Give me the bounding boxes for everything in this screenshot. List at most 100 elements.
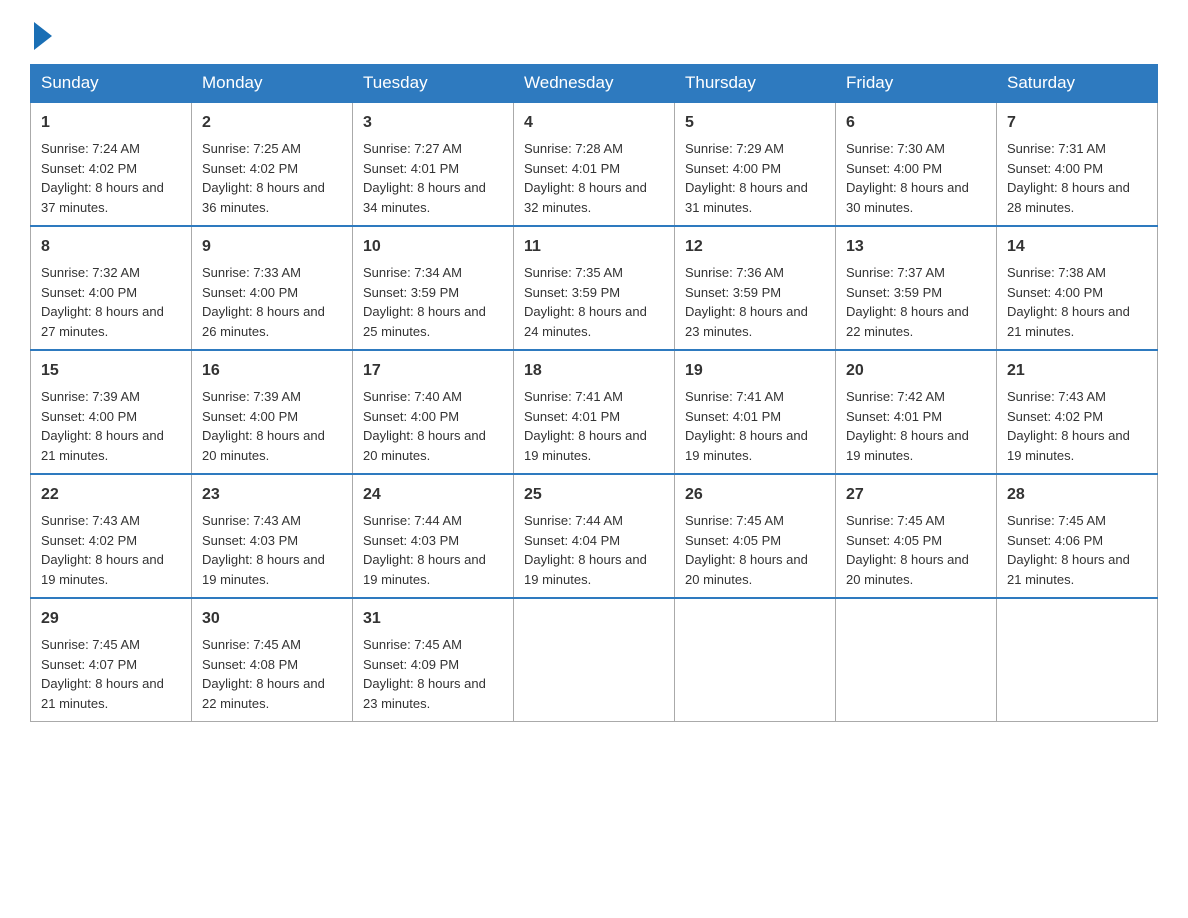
day-info: Sunrise: 7:41 AMSunset: 4:01 PMDaylight:…: [685, 389, 808, 463]
day-number: 6: [846, 111, 986, 135]
day-info: Sunrise: 7:43 AMSunset: 4:03 PMDaylight:…: [202, 513, 325, 587]
day-number: 30: [202, 607, 342, 631]
day-number: 20: [846, 359, 986, 383]
calendar-cell: 28 Sunrise: 7:45 AMSunset: 4:06 PMDayligh…: [997, 474, 1158, 598]
day-info: Sunrise: 7:34 AMSunset: 3:59 PMDaylight:…: [363, 265, 486, 339]
day-info: Sunrise: 7:43 AMSunset: 4:02 PMDaylight:…: [41, 513, 164, 587]
day-number: 13: [846, 235, 986, 259]
weekday-header-thursday: Thursday: [675, 65, 836, 103]
weekday-header-saturday: Saturday: [997, 65, 1158, 103]
weekday-header-friday: Friday: [836, 65, 997, 103]
day-number: 27: [846, 483, 986, 507]
day-number: 19: [685, 359, 825, 383]
calendar-week-row-3: 15 Sunrise: 7:39 AMSunset: 4:00 PMDayligh…: [31, 350, 1158, 474]
day-number: 21: [1007, 359, 1147, 383]
day-info: Sunrise: 7:45 AMSunset: 4:08 PMDaylight:…: [202, 637, 325, 711]
day-info: Sunrise: 7:37 AMSunset: 3:59 PMDaylight:…: [846, 265, 969, 339]
calendar-cell: 3 Sunrise: 7:27 AMSunset: 4:01 PMDaylight…: [353, 102, 514, 226]
day-number: 28: [1007, 483, 1147, 507]
calendar-cell: 2 Sunrise: 7:25 AMSunset: 4:02 PMDaylight…: [192, 102, 353, 226]
day-number: 1: [41, 111, 181, 135]
calendar-cell: 21 Sunrise: 7:43 AMSunset: 4:02 PMDayligh…: [997, 350, 1158, 474]
calendar-cell: 20 Sunrise: 7:42 AMSunset: 4:01 PMDayligh…: [836, 350, 997, 474]
calendar-cell: 9 Sunrise: 7:33 AMSunset: 4:00 PMDaylight…: [192, 226, 353, 350]
calendar-cell: 1 Sunrise: 7:24 AMSunset: 4:02 PMDaylight…: [31, 102, 192, 226]
day-info: Sunrise: 7:29 AMSunset: 4:00 PMDaylight:…: [685, 141, 808, 215]
calendar-cell: [675, 598, 836, 722]
day-number: 7: [1007, 111, 1147, 135]
day-info: Sunrise: 7:41 AMSunset: 4:01 PMDaylight:…: [524, 389, 647, 463]
day-info: Sunrise: 7:25 AMSunset: 4:02 PMDaylight:…: [202, 141, 325, 215]
day-info: Sunrise: 7:42 AMSunset: 4:01 PMDaylight:…: [846, 389, 969, 463]
day-info: Sunrise: 7:30 AMSunset: 4:00 PMDaylight:…: [846, 141, 969, 215]
calendar-week-row-4: 22 Sunrise: 7:43 AMSunset: 4:02 PMDayligh…: [31, 474, 1158, 598]
calendar-cell: 12Sunrise: 7:36 AMSunset: 3:59 PMDayligh…: [675, 226, 836, 350]
day-info: Sunrise: 7:27 AMSunset: 4:01 PMDaylight:…: [363, 141, 486, 215]
day-number: 14: [1007, 235, 1147, 259]
day-number: 2: [202, 111, 342, 135]
calendar-cell: 4 Sunrise: 7:28 AMSunset: 4:01 PMDaylight…: [514, 102, 675, 226]
day-info: Sunrise: 7:43 AMSunset: 4:02 PMDaylight:…: [1007, 389, 1130, 463]
logo: [30, 20, 52, 46]
calendar-cell: 14 Sunrise: 7:38 AMSunset: 4:00 PMDayligh…: [997, 226, 1158, 350]
day-number: 11: [524, 235, 664, 259]
calendar-cell: 29Sunrise: 7:45 AMSunset: 4:07 PMDayligh…: [31, 598, 192, 722]
calendar-cell: 5Sunrise: 7:29 AMSunset: 4:00 PMDaylight…: [675, 102, 836, 226]
calendar-cell: 16Sunrise: 7:39 AMSunset: 4:00 PMDayligh…: [192, 350, 353, 474]
day-number: 9: [202, 235, 342, 259]
day-number: 15: [41, 359, 181, 383]
calendar-cell: 22 Sunrise: 7:43 AMSunset: 4:02 PMDayligh…: [31, 474, 192, 598]
calendar-cell: 13 Sunrise: 7:37 AMSunset: 3:59 PMDayligh…: [836, 226, 997, 350]
day-number: 24: [363, 483, 503, 507]
day-number: 23: [202, 483, 342, 507]
calendar-table: SundayMondayTuesdayWednesdayThursdayFrid…: [30, 64, 1158, 722]
weekday-header-tuesday: Tuesday: [353, 65, 514, 103]
calendar-cell: 10 Sunrise: 7:34 AMSunset: 3:59 PMDayligh…: [353, 226, 514, 350]
calendar-cell: 6 Sunrise: 7:30 AMSunset: 4:00 PMDaylight…: [836, 102, 997, 226]
weekday-header-row: SundayMondayTuesdayWednesdayThursdayFrid…: [31, 65, 1158, 103]
day-info: Sunrise: 7:28 AMSunset: 4:01 PMDaylight:…: [524, 141, 647, 215]
weekday-header-monday: Monday: [192, 65, 353, 103]
calendar-cell: 15 Sunrise: 7:39 AMSunset: 4:00 PMDayligh…: [31, 350, 192, 474]
day-number: 17: [363, 359, 503, 383]
calendar-cell: [997, 598, 1158, 722]
day-info: Sunrise: 7:31 AMSunset: 4:00 PMDaylight:…: [1007, 141, 1130, 215]
day-number: 22: [41, 483, 181, 507]
calendar-cell: 11 Sunrise: 7:35 AMSunset: 3:59 PMDayligh…: [514, 226, 675, 350]
calendar-cell: 17 Sunrise: 7:40 AMSunset: 4:00 PMDayligh…: [353, 350, 514, 474]
day-info: Sunrise: 7:39 AMSunset: 4:00 PMDaylight:…: [41, 389, 164, 463]
weekday-header-sunday: Sunday: [31, 65, 192, 103]
day-number: 12: [685, 235, 825, 259]
day-info: Sunrise: 7:45 AMSunset: 4:06 PMDaylight:…: [1007, 513, 1130, 587]
calendar-cell: 18 Sunrise: 7:41 AMSunset: 4:01 PMDayligh…: [514, 350, 675, 474]
day-info: Sunrise: 7:44 AMSunset: 4:03 PMDaylight:…: [363, 513, 486, 587]
day-info: Sunrise: 7:32 AMSunset: 4:00 PMDaylight:…: [41, 265, 164, 339]
calendar-cell: 26 Sunrise: 7:45 AMSunset: 4:05 PMDayligh…: [675, 474, 836, 598]
day-number: 8: [41, 235, 181, 259]
day-number: 26: [685, 483, 825, 507]
calendar-week-row-1: 1 Sunrise: 7:24 AMSunset: 4:02 PMDaylight…: [31, 102, 1158, 226]
calendar-cell: [514, 598, 675, 722]
day-info: Sunrise: 7:24 AMSunset: 4:02 PMDaylight:…: [41, 141, 164, 215]
calendar-week-row-2: 8 Sunrise: 7:32 AMSunset: 4:00 PMDaylight…: [31, 226, 1158, 350]
day-number: 3: [363, 111, 503, 135]
calendar-cell: 27 Sunrise: 7:45 AMSunset: 4:05 PMDayligh…: [836, 474, 997, 598]
calendar-cell: 19 Sunrise: 7:41 AMSunset: 4:01 PMDayligh…: [675, 350, 836, 474]
day-info: Sunrise: 7:45 AMSunset: 4:07 PMDaylight:…: [41, 637, 164, 711]
page-header: [30, 20, 1158, 46]
day-number: 4: [524, 111, 664, 135]
day-info: Sunrise: 7:35 AMSunset: 3:59 PMDaylight:…: [524, 265, 647, 339]
day-info: Sunrise: 7:40 AMSunset: 4:00 PMDaylight:…: [363, 389, 486, 463]
day-number: 31: [363, 607, 503, 631]
logo-arrow-icon: [34, 22, 52, 50]
day-number: 10: [363, 235, 503, 259]
day-info: Sunrise: 7:33 AMSunset: 4:00 PMDaylight:…: [202, 265, 325, 339]
calendar-cell: 31Sunrise: 7:45 AMSunset: 4:09 PMDayligh…: [353, 598, 514, 722]
calendar-cell: 23 Sunrise: 7:43 AMSunset: 4:03 PMDayligh…: [192, 474, 353, 598]
day-info: Sunrise: 7:38 AMSunset: 4:00 PMDaylight:…: [1007, 265, 1130, 339]
day-number: 18: [524, 359, 664, 383]
day-info: Sunrise: 7:45 AMSunset: 4:05 PMDaylight:…: [846, 513, 969, 587]
calendar-cell: 24 Sunrise: 7:44 AMSunset: 4:03 PMDayligh…: [353, 474, 514, 598]
day-info: Sunrise: 7:45 AMSunset: 4:05 PMDaylight:…: [685, 513, 808, 587]
weekday-header-wednesday: Wednesday: [514, 65, 675, 103]
